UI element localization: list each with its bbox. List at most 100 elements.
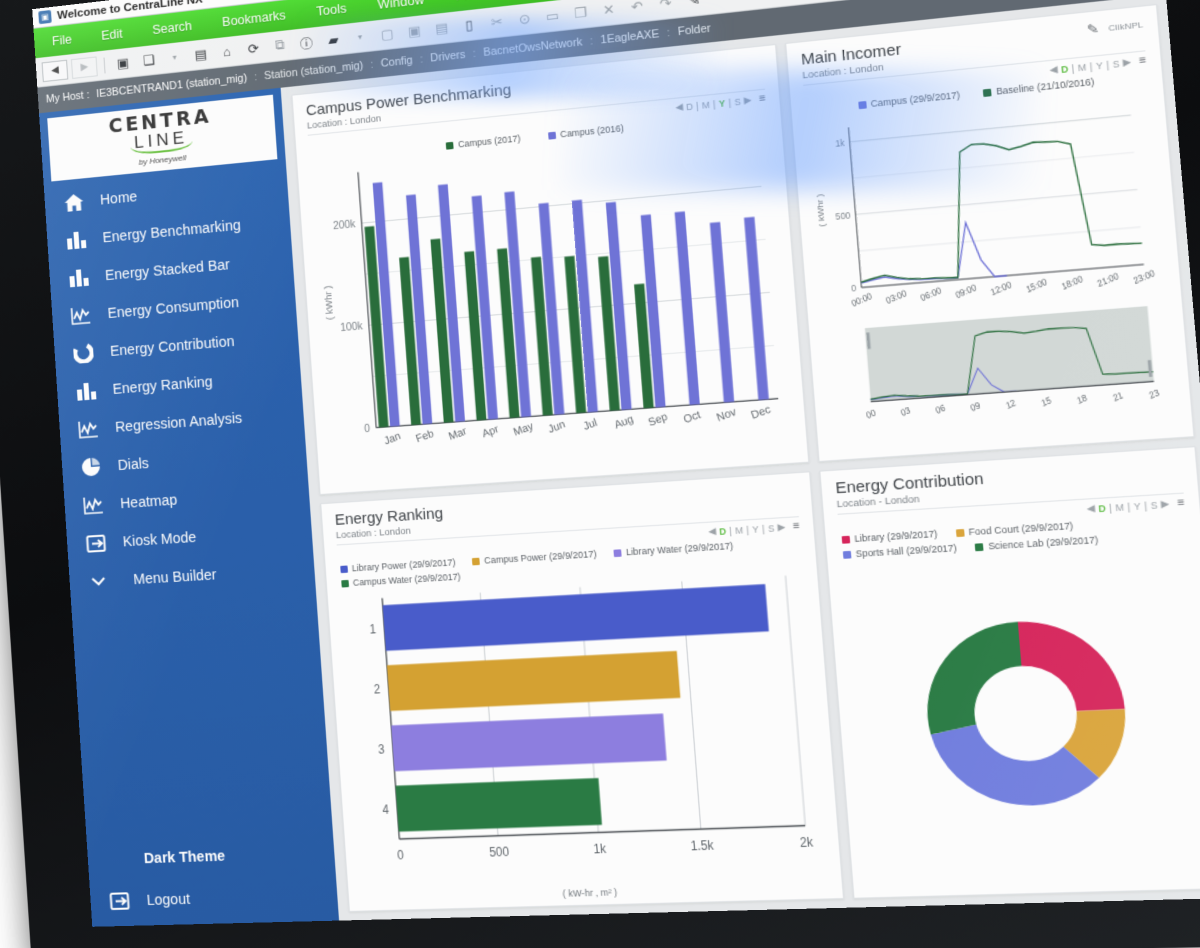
menu-item-bookmarks[interactable]: Bookmarks	[222, 8, 287, 29]
period-prev-button[interactable]: ◀	[708, 526, 716, 538]
undo-icon[interactable]: ↶	[624, 0, 650, 18]
menu-item-file[interactable]: File	[52, 32, 73, 48]
breadcrumb-item-config[interactable]: Config	[380, 54, 413, 70]
legend-item[interactable]: Library (29/9/2017)	[841, 528, 938, 544]
svg-text:Jul: Jul	[582, 417, 599, 433]
copy-link-icon[interactable]: ⧉	[268, 34, 292, 57]
period-option-d[interactable]: D	[1098, 502, 1106, 513]
legend-swatch	[841, 535, 851, 544]
period-option-s[interactable]: S	[768, 522, 775, 533]
period-next-button[interactable]: ▶	[744, 94, 752, 106]
new-doc-icon[interactable]: ▯	[457, 13, 482, 36]
panel-menu-icon[interactable]: ≡	[1139, 55, 1147, 68]
caret-icon[interactable]: ▾	[348, 26, 372, 49]
period-prev-button[interactable]: ◀	[1086, 502, 1095, 515]
period-option-y[interactable]: Y	[752, 523, 759, 534]
refresh-icon[interactable]: ⟳	[241, 37, 265, 60]
sidebar-item-dark-theme[interactable]: Dark Theme	[87, 835, 336, 876]
home-icon	[60, 190, 87, 214]
back-button[interactable]: ◀	[41, 59, 69, 82]
svg-text:0: 0	[397, 847, 405, 863]
copy-icon[interactable]: ⊙	[512, 7, 537, 30]
edit-icon[interactable]: ✎	[681, 0, 707, 12]
period-next-button[interactable]: ▶	[777, 521, 785, 533]
panel-menu-icon[interactable]: ≡	[1177, 497, 1185, 510]
home-icon[interactable]: ⌂	[215, 40, 239, 62]
period-option-d[interactable]: D	[686, 101, 694, 112]
cut-icon[interactable]: ✂	[484, 10, 509, 33]
period-option-m[interactable]: M	[1077, 61, 1086, 73]
pencil-icon[interactable]: ✎	[1086, 21, 1099, 37]
breadcrumb-item-1eagleaxe[interactable]: 1EagleAXE	[600, 28, 660, 47]
period-prev-button[interactable]: ◀	[675, 101, 683, 113]
breadcrumb-item-folder[interactable]: Folder	[677, 22, 711, 38]
menu-item-search[interactable]: Search	[152, 19, 193, 37]
svg-text:18: 18	[1076, 392, 1089, 406]
svg-text:1.5k: 1.5k	[690, 837, 714, 854]
period-next-button[interactable]: ▶	[1122, 56, 1131, 69]
paste-icon[interactable]: ▭	[540, 4, 565, 27]
menu-item-window[interactable]: Window	[377, 0, 425, 12]
period-next-button[interactable]: ▶	[1161, 498, 1170, 511]
sidebar-item-label: Energy Benchmarking	[102, 216, 242, 246]
period-option-s[interactable]: S	[1112, 58, 1120, 70]
sidebar-item-label: Energy Consumption	[107, 293, 240, 322]
info-icon[interactable]: ⓘ	[294, 32, 318, 55]
dropdown-caret-icon[interactable]: ▾	[163, 46, 186, 68]
svg-text:May: May	[512, 420, 536, 439]
svg-text:23: 23	[1148, 387, 1162, 401]
period-option-d[interactable]: D	[719, 525, 727, 536]
app-icon: ▣	[38, 9, 52, 25]
period-option-d[interactable]: D	[1060, 63, 1068, 75]
chevron-down-icon	[85, 569, 112, 593]
menu-item-px-viewer[interactable]: Px Viewer	[455, 0, 516, 3]
svg-text:Feb: Feb	[415, 428, 436, 446]
period-option-m[interactable]: M	[735, 524, 744, 535]
sidebar-item-label: Energy Ranking	[112, 373, 214, 397]
line-chart-main-incomer[interactable]: 05001k00:00 03:00 06:00 09:00 12:00 15:00 18:0…	[806, 84, 1179, 453]
sidebar-item-label: Energy Stacked Bar	[104, 256, 231, 284]
exit-box-icon	[106, 889, 133, 912]
period-prev-button[interactable]: ◀	[1049, 64, 1058, 77]
laptop-screen: ▣ Welcome to CentraLine NX — ▢ ✕ File Ed…	[32, 0, 1200, 927]
chart-plot-area: 0 100k 200k Jan Feb Mar Apr May Jun Jul Aug Sep Oct N…	[310, 121, 794, 487]
period-option-y[interactable]: Y	[1096, 60, 1104, 72]
panel-menu-icon[interactable]: ≡	[793, 520, 801, 532]
forward-button[interactable]: ▶	[70, 55, 98, 79]
panel-energy-ranking: Energy Ranking Location : London ◀ D | M |…	[320, 471, 845, 912]
up-folder-icon[interactable]: ▣	[111, 52, 134, 74]
chart-plot-area: 0 500 1k 1.5k 2k 1 2 3 4	[340, 564, 828, 894]
period-option-y[interactable]: Y	[718, 97, 725, 108]
period-option-s[interactable]: S	[1150, 499, 1158, 510]
period-option-m[interactable]: M	[702, 99, 711, 110]
menu-item-tools[interactable]: Tools	[316, 1, 347, 19]
folder-icon[interactable]: ▰	[321, 29, 345, 52]
sidebar-item-logout[interactable]: Logout	[89, 875, 338, 921]
new-window-icon[interactable]: ❑	[137, 49, 160, 71]
menu-item-edit[interactable]: Edit	[101, 27, 123, 43]
save-page-icon[interactable]: ▤	[189, 43, 213, 65]
line-chart-icon	[75, 417, 102, 441]
redo-icon[interactable]: ↷	[652, 0, 678, 15]
svg-text:21: 21	[1112, 390, 1125, 404]
period-option-y[interactable]: Y	[1133, 500, 1141, 511]
panel-menu-icon[interactable]: ≡	[759, 93, 766, 105]
breadcrumb-item-station[interactable]: Station (station_mig)	[264, 60, 364, 83]
breadcrumb-item-bacnetowsnetwork[interactable]: BacnetOwsNetwork	[483, 36, 583, 59]
save-as-icon[interactable]: ▣	[402, 20, 427, 43]
delete-icon[interactable]: ✕	[596, 0, 622, 21]
period-option-s[interactable]: S	[734, 96, 741, 107]
breadcrumb-separator: :	[472, 47, 477, 61]
panel-energy-contribution: Energy Contribution Location - London ◀ …	[819, 446, 1200, 899]
svg-text:15:00: 15:00	[1025, 276, 1049, 295]
legend-swatch	[982, 88, 992, 97]
duplicate-icon[interactable]: ❐	[568, 1, 593, 24]
search-doc-icon[interactable]: ▤	[429, 17, 454, 40]
legend-item[interactable]: Food Court (29/9/2017)	[955, 520, 1074, 538]
save-icon[interactable]: ▢	[375, 23, 399, 46]
breadcrumb-item-drivers[interactable]: Drivers	[430, 49, 466, 65]
svg-text:0: 0	[364, 423, 371, 435]
legend-swatch	[975, 542, 984, 551]
period-option-m[interactable]: M	[1115, 501, 1124, 513]
